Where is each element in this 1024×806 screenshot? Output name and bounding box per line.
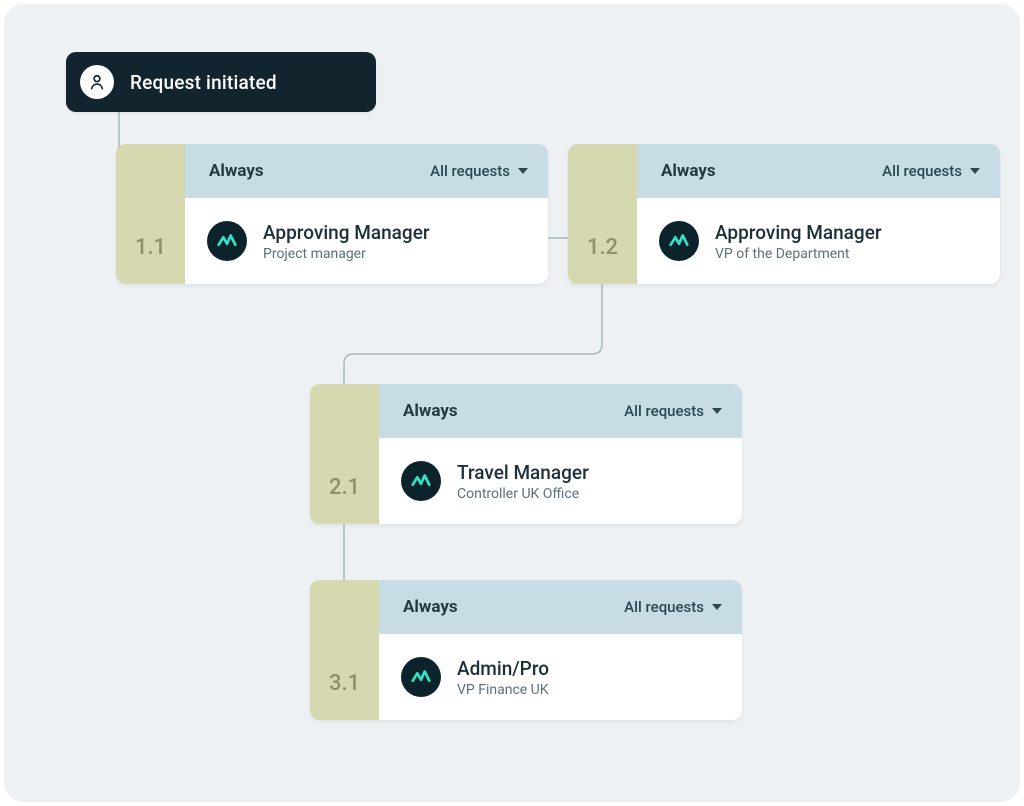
condition-label: Always [661,161,716,181]
step-body: Approving Manager VP of the Department [637,198,1000,284]
step-number: 1.1 [116,144,185,284]
role-title: Travel Manager [457,461,589,484]
requests-dropdown[interactable]: All requests [882,162,980,180]
user-icon [80,65,114,99]
step-number: 1.2 [568,144,637,284]
step-header: Always All requests [379,580,742,634]
step-body: Approving Manager Project manager [185,198,548,284]
condition-label: Always [209,161,264,181]
role-avatar [401,461,441,501]
step-body: Admin/Pro VP Finance UK [379,634,742,720]
start-node: Request initiated [66,52,376,112]
role-avatar [401,657,441,697]
chevron-down-icon [518,168,528,174]
role-avatar [659,221,699,261]
role-subtitle: Project manager [263,246,430,262]
step-3-1[interactable]: 3.1 Always All requests Admin/Pro VP Fin… [310,580,742,720]
requests-dropdown[interactable]: All requests [624,402,722,420]
chevron-down-icon [712,408,722,414]
requests-dropdown[interactable]: All requests [624,598,722,616]
step-1-2[interactable]: 1.2 Always All requests Approving Manage… [568,144,1000,284]
requests-dropdown-label: All requests [624,598,704,616]
step-1-1[interactable]: 1.1 Always All requests Approving Manage… [116,144,548,284]
start-label: Request initiated [130,71,277,94]
chevron-down-icon [712,604,722,610]
requests-dropdown[interactable]: All requests [430,162,528,180]
role-title: Approving Manager [263,221,430,244]
step-header: Always All requests [637,144,1000,198]
step-header: Always All requests [379,384,742,438]
condition-label: Always [403,401,458,421]
step-number: 2.1 [310,384,379,524]
step-number: 3.1 [310,580,379,720]
requests-dropdown-label: All requests [624,402,704,420]
chevron-down-icon [970,168,980,174]
requests-dropdown-label: All requests [430,162,510,180]
workflow-canvas: Request initiated 1.1 Always All request… [4,4,1020,802]
role-subtitle: VP Finance UK [457,682,549,698]
role-title: Admin/Pro [457,657,549,680]
step-header: Always All requests [185,144,548,198]
step-body: Travel Manager Controller UK Office [379,438,742,524]
role-avatar [207,221,247,261]
condition-label: Always [403,597,458,617]
role-subtitle: VP of the Department [715,246,882,262]
requests-dropdown-label: All requests [882,162,962,180]
role-subtitle: Controller UK Office [457,486,589,502]
step-2-1[interactable]: 2.1 Always All requests Travel Manager C… [310,384,742,524]
role-title: Approving Manager [715,221,882,244]
